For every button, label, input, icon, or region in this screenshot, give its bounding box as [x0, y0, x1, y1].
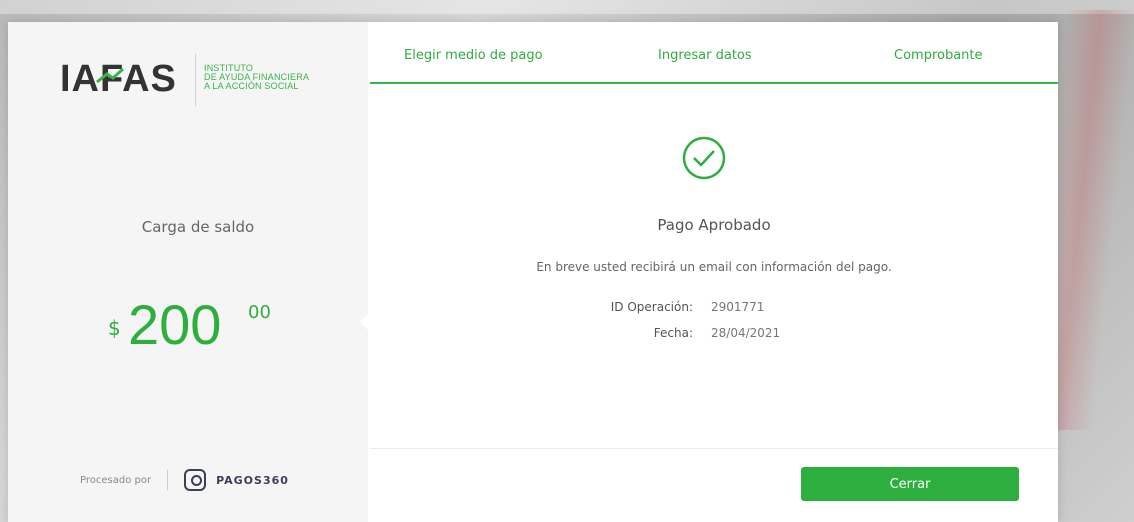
divider: [167, 470, 169, 490]
logo-divider: [195, 54, 196, 106]
pagos360-logo-icon: [184, 469, 207, 491]
amount-integer: 200: [128, 293, 222, 356]
currency-symbol: $: [108, 316, 121, 340]
processed-by-label: Procesado por: [80, 474, 152, 486]
tab-elegir-medio-de-pago[interactable]: Elegir medio de pago: [404, 48, 543, 63]
amount-decimals: 00: [248, 302, 271, 323]
footer-divider: [370, 448, 1058, 449]
processor-name: PAGOS360: [216, 473, 289, 487]
iafas-logo: IAFAS INSTITUTO DE AYUDA FINANCIERA A LA…: [60, 48, 360, 108]
date-value: 28/04/2021: [711, 326, 781, 340]
check-circle-icon: [681, 135, 731, 185]
tab-ingresar-datos[interactable]: Ingresar datos: [658, 48, 752, 63]
background-streak: [0, 0, 1134, 14]
status-title: Pago Aprobado: [657, 216, 771, 234]
charge-label: Carga de saldo: [141, 218, 255, 236]
status-message: En breve usted recibirá un email con inf…: [536, 260, 892, 274]
tab-comprobante[interactable]: Comprobante: [894, 48, 983, 63]
summary-panel: IAFAS INSTITUTO DE AYUDA FINANCIERA A LA…: [8, 22, 368, 522]
processed-by: Procesado por PAGOS360: [80, 469, 289, 491]
step-tabs: Elegir medio de pago Ingresar datos Comp…: [370, 22, 1058, 84]
close-button[interactable]: Cerrar: [801, 467, 1019, 501]
payment-dialog: IAFAS INSTITUTO DE AYUDA FINANCIERA A LA…: [8, 22, 1058, 522]
logo-subtitle: INSTITUTO DE AYUDA FINANCIERA A LA ACCIÓ…: [204, 64, 309, 91]
date-label: Fecha:: [653, 326, 693, 340]
operation-id-value: 2901771: [711, 300, 765, 314]
panel-notch: [360, 312, 370, 332]
logo-arrow-icon: [96, 67, 125, 84]
operation-id-label: ID Operación:: [610, 300, 693, 314]
logo-subtitle-line: A LA ACCIÓN SOCIAL: [204, 81, 299, 91]
